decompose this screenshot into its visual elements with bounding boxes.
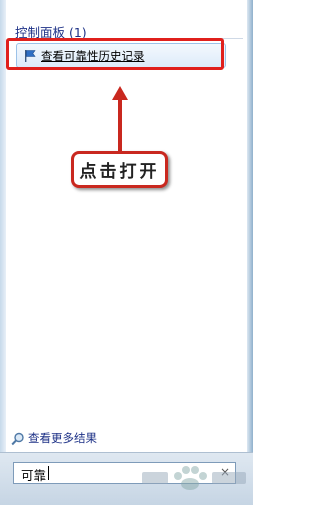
search-icon: [11, 432, 24, 445]
highlight-box: [6, 38, 224, 70]
right-frame-edge: [247, 0, 253, 504]
callout-box: 点击打开: [71, 151, 168, 188]
up-arrow-icon: [112, 86, 128, 154]
see-more-results-link[interactable]: 查看更多结果: [11, 430, 97, 446]
callout-text: 点击打开: [79, 162, 160, 182]
watermark-logo: [142, 466, 246, 490]
start-menu-search-panel: 控制面板 (1) 查看可靠性历史记录 点击打开 查看更多结果 可靠 ×: [0, 0, 253, 505]
text-caret: [48, 466, 49, 480]
search-value: 可靠: [21, 468, 47, 483]
left-frame-edge: [0, 0, 6, 504]
see-more-label: 查看更多结果: [28, 431, 97, 445]
